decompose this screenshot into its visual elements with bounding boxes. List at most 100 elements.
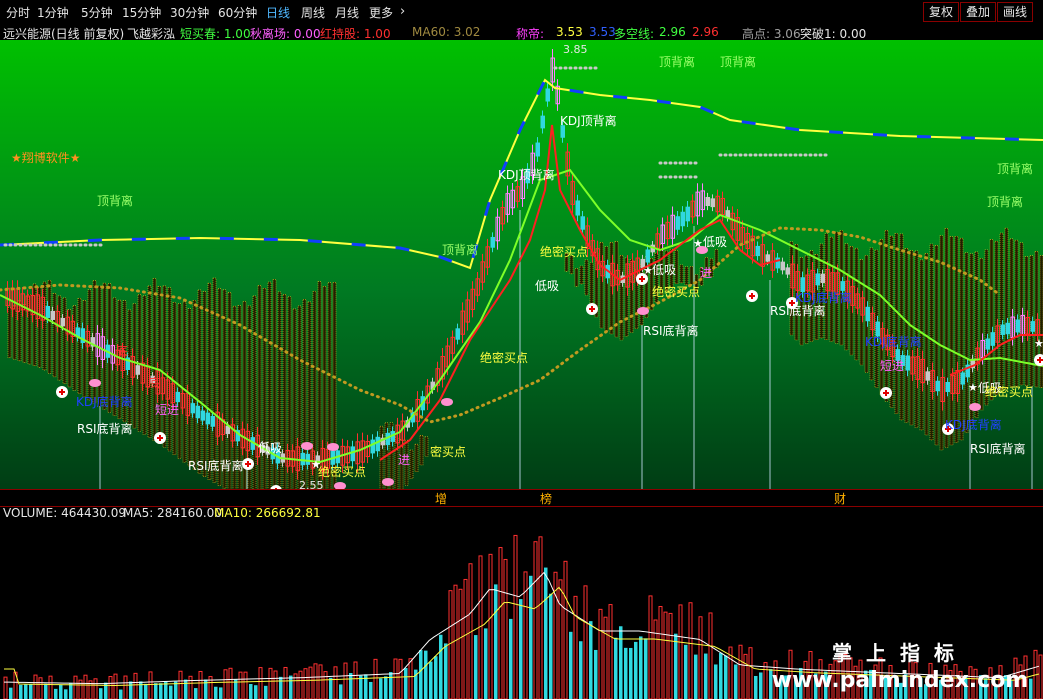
- candle-body: [540, 115, 545, 129]
- short-in-label-2: 短进: [880, 359, 904, 373]
- candle-body: [535, 142, 540, 157]
- candle-body: [305, 453, 310, 465]
- overlay-button[interactable]: 叠加: [960, 2, 997, 22]
- period-tab-daily[interactable]: 日线: [266, 4, 290, 21]
- volume-bar: [159, 683, 163, 699]
- indicator-info-bar: 远兴能源(日线 前复权) 飞越彩泓 短买春: 1.00 秋离场: 0.00 红持…: [0, 24, 1043, 41]
- lotus-marker: [969, 403, 981, 411]
- dotted-zone-bar: [167, 287, 172, 452]
- candle-body: [765, 254, 770, 262]
- candle-body: [195, 405, 200, 419]
- chengdi-value-2: 3.53: [589, 25, 616, 39]
- dotted-zone-bar: [267, 281, 272, 492]
- volume-value: VOLUME: 464430.09: [3, 506, 126, 520]
- lotus-marker: [637, 307, 649, 315]
- dotted-zone-bar: [419, 434, 424, 466]
- volume-bar: [639, 636, 643, 699]
- kdj-top-div-label-2: KDJ顶背离: [498, 167, 555, 182]
- dotted-zone-bar: [47, 279, 52, 374]
- volume-bar: [384, 676, 388, 699]
- period-tab-5min[interactable]: 5分钟: [81, 4, 113, 21]
- candle-body: [945, 381, 950, 393]
- candle-body: [135, 365, 140, 375]
- period-tab-monthly[interactable]: 月线: [335, 4, 359, 21]
- dotted-zone-bar: [944, 228, 949, 448]
- watermark-url: www.palmindex.com: [771, 668, 1029, 693]
- period-tab-60min[interactable]: 60分钟: [218, 4, 257, 21]
- period-tab-more[interactable]: 更多: [369, 4, 393, 21]
- volume-bar: [29, 684, 33, 699]
- volume-bar: [119, 689, 123, 699]
- chart-separator: 增 榜 财: [0, 489, 1043, 507]
- candlestick-chart[interactable]: ★★★★★ ★翔博软件★ 3.85 2.55 顶背离 顶背离 顶背离 顶背离 顶…: [0, 40, 1043, 492]
- volume-bar: [439, 634, 443, 699]
- period-tab-1min[interactable]: 1分钟: [37, 4, 69, 21]
- dotted-zone-bar: [889, 235, 894, 408]
- volume-bar: [54, 688, 58, 699]
- dense-buy-label: 密买点: [430, 444, 466, 459]
- lotus-marker: [441, 398, 453, 406]
- abs-buy-label-4: 绝密买点: [985, 384, 1033, 399]
- candle-body: [820, 273, 825, 283]
- candle-body: [985, 338, 990, 350]
- volume-bar: [339, 684, 343, 699]
- volume-bar: [389, 672, 393, 699]
- candle-body: [875, 321, 880, 337]
- candle-body: [905, 355, 910, 371]
- dotted-zone-bar: [12, 305, 17, 360]
- top-div-label-4: 顶背离: [987, 194, 1023, 209]
- dotted-zone-bar: [177, 303, 182, 459]
- period-tab-15min[interactable]: 15分钟: [122, 4, 161, 21]
- volume-bar: [734, 664, 738, 699]
- star-icon: ★: [1034, 337, 1043, 350]
- chevron-right-icon[interactable]: ›: [400, 4, 405, 19]
- candle-body: [815, 273, 820, 286]
- volume-bar: [569, 631, 573, 699]
- volume-bar: [184, 679, 188, 699]
- candle-body: [490, 236, 495, 248]
- dotted-zone-bar: [187, 308, 192, 467]
- candle-body: [175, 391, 180, 403]
- star-icon: ★: [693, 237, 703, 250]
- top-div-label-3: 顶背离: [997, 161, 1033, 176]
- dotted-zone-bar: [172, 302, 177, 456]
- dotted-zone-bar: [584, 259, 589, 296]
- candle-body: [755, 245, 760, 257]
- volume-bar: [614, 637, 618, 699]
- period-tab-30min[interactable]: 30分钟: [170, 4, 209, 21]
- separator-label-3: 财: [834, 492, 847, 506]
- period-tab-fenshi[interactable]: 分时: [6, 4, 30, 21]
- dotted-zone-bar: [52, 293, 57, 378]
- period-toolbar: 分时 1分钟 5分钟 15分钟 30分钟 60分钟 日线 周线 月线 更多 › …: [0, 0, 1043, 25]
- volume-bar: [424, 650, 428, 699]
- draw-line-button[interactable]: 画线: [997, 2, 1034, 22]
- dotted-zone-bar: [894, 233, 899, 415]
- volume-bar: [169, 685, 173, 699]
- dotted-zone-bar: [939, 235, 944, 451]
- candle-body: [1005, 322, 1010, 335]
- rsi-bottom-div-label-5: RSI底背离: [970, 441, 1026, 456]
- dotted-zone-bar: [924, 253, 929, 436]
- dotted-zone-bar: [899, 233, 904, 421]
- volume-bar: [59, 684, 63, 699]
- dotted-zone-bar: [604, 246, 609, 332]
- dotted-zone-bar: [414, 443, 419, 473]
- volume-bar: [194, 688, 198, 699]
- low-buy-label-4: 低吸: [258, 441, 282, 455]
- candle-body: [780, 261, 785, 271]
- volume-bar: [9, 687, 13, 699]
- candle-body: [575, 200, 580, 216]
- candle-body: [200, 410, 205, 421]
- volume-bar: [154, 683, 158, 699]
- volume-bar: [219, 687, 223, 699]
- dotted-zone-bar: [959, 237, 964, 441]
- candle-body: [455, 328, 460, 340]
- volume-bar: [139, 681, 143, 699]
- restore-rights-button[interactable]: 复权: [923, 2, 960, 22]
- dotted-zone-bar: [57, 295, 62, 381]
- dotted-zone-bar: [42, 281, 47, 371]
- period-tab-weekly[interactable]: 周线: [301, 4, 325, 21]
- ma60-value: MA60: 3.02: [412, 25, 481, 39]
- candle-body: [1000, 324, 1005, 335]
- brand-label: ★翔博软件★: [11, 150, 81, 165]
